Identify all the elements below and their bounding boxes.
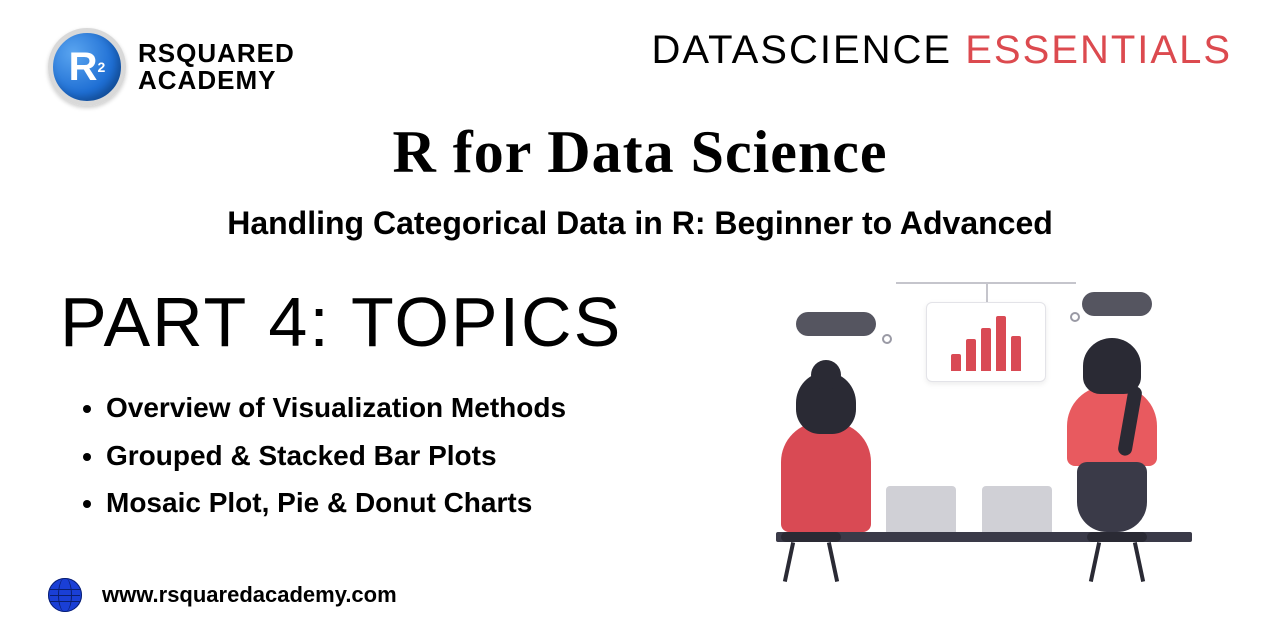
connector-dot-icon bbox=[882, 334, 892, 344]
header: R2 RSQUARED ACADEMY DATASCIENCE ESSENTIA… bbox=[0, 0, 1280, 106]
list-item: Grouped & Stacked Bar Plots bbox=[106, 432, 676, 480]
brand-name: RSQUARED ACADEMY bbox=[138, 40, 295, 95]
connector-line bbox=[986, 282, 988, 302]
stool-icon bbox=[781, 532, 841, 582]
person-left-icon bbox=[766, 382, 886, 532]
tagline-word1: DATASCIENCE bbox=[652, 28, 953, 72]
globe-icon bbox=[48, 578, 82, 612]
connector-dot-icon bbox=[1070, 312, 1080, 322]
list-item: Mosaic Plot, Pie & Donut Charts bbox=[106, 479, 676, 527]
content-area: Part 4: Topics Overview of Visualization… bbox=[0, 242, 1280, 582]
speech-bubble-icon bbox=[796, 312, 876, 336]
bar-chart-icon bbox=[926, 302, 1046, 382]
brand-logo-icon: R2 bbox=[48, 28, 126, 106]
stool-icon bbox=[1087, 532, 1147, 582]
tagline: DATASCIENCE ESSENTIALS bbox=[652, 28, 1232, 73]
brand-name-line1: RSQUARED bbox=[138, 40, 295, 67]
part-heading: Part 4: Topics bbox=[60, 282, 676, 362]
topics-section: Part 4: Topics Overview of Visualization… bbox=[60, 282, 676, 582]
list-item: Overview of Visualization Methods bbox=[106, 384, 676, 432]
website-url: www.rsquaredacademy.com bbox=[102, 582, 397, 608]
tagline-word2: ESSENTIALS bbox=[965, 28, 1232, 72]
page-subtitle: Handling Categorical Data in R: Beginner… bbox=[0, 205, 1280, 242]
person-right-icon bbox=[1052, 346, 1172, 532]
speech-bubble-icon bbox=[1082, 292, 1152, 316]
laptop-icon bbox=[886, 486, 956, 532]
page-title: R for Data Science bbox=[0, 118, 1280, 187]
hero-illustration bbox=[696, 282, 1232, 582]
laptop-icon bbox=[982, 486, 1052, 532]
logo-letter: R bbox=[69, 45, 98, 90]
topics-list: Overview of Visualization Methods Groupe… bbox=[60, 384, 676, 527]
brand-name-line2: ACADEMY bbox=[138, 67, 295, 94]
brand-logo-block: R2 RSQUARED ACADEMY bbox=[48, 28, 295, 106]
footer: www.rsquaredacademy.com bbox=[48, 578, 397, 612]
logo-superscript: 2 bbox=[98, 59, 106, 75]
